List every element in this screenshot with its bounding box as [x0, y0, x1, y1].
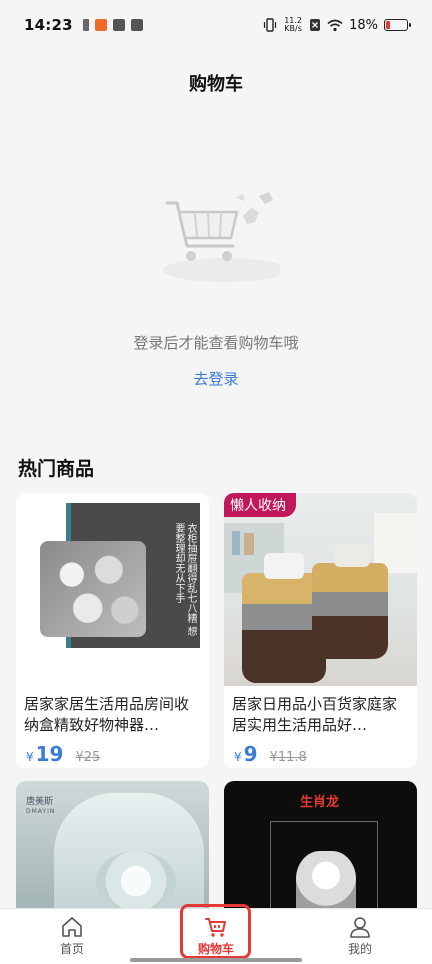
login-link[interactable]: 去登录 [0, 368, 432, 389]
battery-icon [384, 19, 411, 31]
product-image: 生肖龙 [224, 781, 417, 921]
currency-symbol: ¥ [26, 750, 34, 764]
promo-tag: 懒人收纳 [224, 493, 296, 517]
nav-label: 首页 [59, 942, 84, 956]
status-time: 14:23 [24, 16, 73, 34]
original-price: ¥11.8 [269, 750, 307, 765]
price-row: ¥ 19 ¥25 [16, 736, 209, 768]
currency-symbol: ¥ [234, 750, 242, 764]
battery-percent: 18% [349, 17, 378, 33]
nav-home[interactable]: 首页 [0, 909, 144, 964]
vibrate-icon [263, 18, 277, 32]
product-image: 衣柜抽屉翻得乱七八糟 想要整理却无从下手 [16, 493, 209, 686]
nav-profile[interactable]: 我的 [288, 909, 432, 964]
product-name: 居家家居生活用品房间收纳盒精致好物神器… [24, 695, 190, 734]
shopping-cart-illustration-icon [163, 192, 280, 282]
product-card[interactable]: 生肖龙 [224, 781, 417, 921]
battery-level [386, 21, 390, 29]
app-notification-icon-3 [130, 19, 143, 31]
product-card[interactable]: 衣柜抽屉翻得乱七八糟 想要整理却无从下手 居家家居生活用品房间收纳盒精致好物神器… [16, 493, 209, 768]
net-speed-unit: KB/s [284, 24, 302, 33]
product-price: 19 [35, 742, 64, 766]
sim-icon [82, 19, 89, 31]
app-notification-icon-2 [112, 19, 125, 31]
original-price: ¥25 [75, 750, 101, 765]
product-card[interactable]: 懒人收纳 居家日用品小百货家庭家居实用生活用品好… ¥ 9 ¥11.8 [224, 493, 417, 768]
product-card[interactable]: 唐美斯 DMAYIN [16, 781, 209, 921]
status-right: 11.2 KB/s 18% [263, 17, 411, 33]
product-image: 懒人收纳 [224, 493, 417, 686]
home-indicator[interactable] [130, 958, 302, 962]
user-icon [350, 917, 370, 938]
active-tab-highlight [180, 904, 251, 959]
product-name: 居家日用品小百货家庭家居实用生活用品好… [232, 695, 398, 734]
brand-name: 唐美斯 [26, 797, 54, 807]
product-image-caption: 生肖龙 [300, 795, 340, 810]
home-icon [62, 917, 82, 937]
status-bar: 14:23 11.2 KB/s 18% [0, 0, 432, 50]
notification-icons [82, 19, 143, 31]
wifi-icon [327, 19, 343, 31]
page-title: 购物车 [189, 74, 243, 95]
app-notification-icon [94, 19, 107, 31]
net-speed: 11.2 KB/s [283, 17, 303, 33]
product-price: 9 [243, 742, 258, 766]
brand-subtext: DMAYIN [26, 808, 56, 815]
product-image: 唐美斯 DMAYIN [16, 781, 209, 921]
product-image-caption: 衣柜抽屉翻得乱七八糟 想要整理却无从下手 [173, 523, 196, 637]
nav-label: 我的 [347, 942, 372, 956]
empty-cart-message: 登录后才能查看购物车哦 [133, 334, 299, 352]
price-row: ¥ 9 ¥11.8 [224, 736, 417, 768]
hot-products-title: 热门商品 [18, 458, 95, 480]
sim-off-icon [310, 19, 321, 31]
header: 购物车 [0, 58, 432, 108]
